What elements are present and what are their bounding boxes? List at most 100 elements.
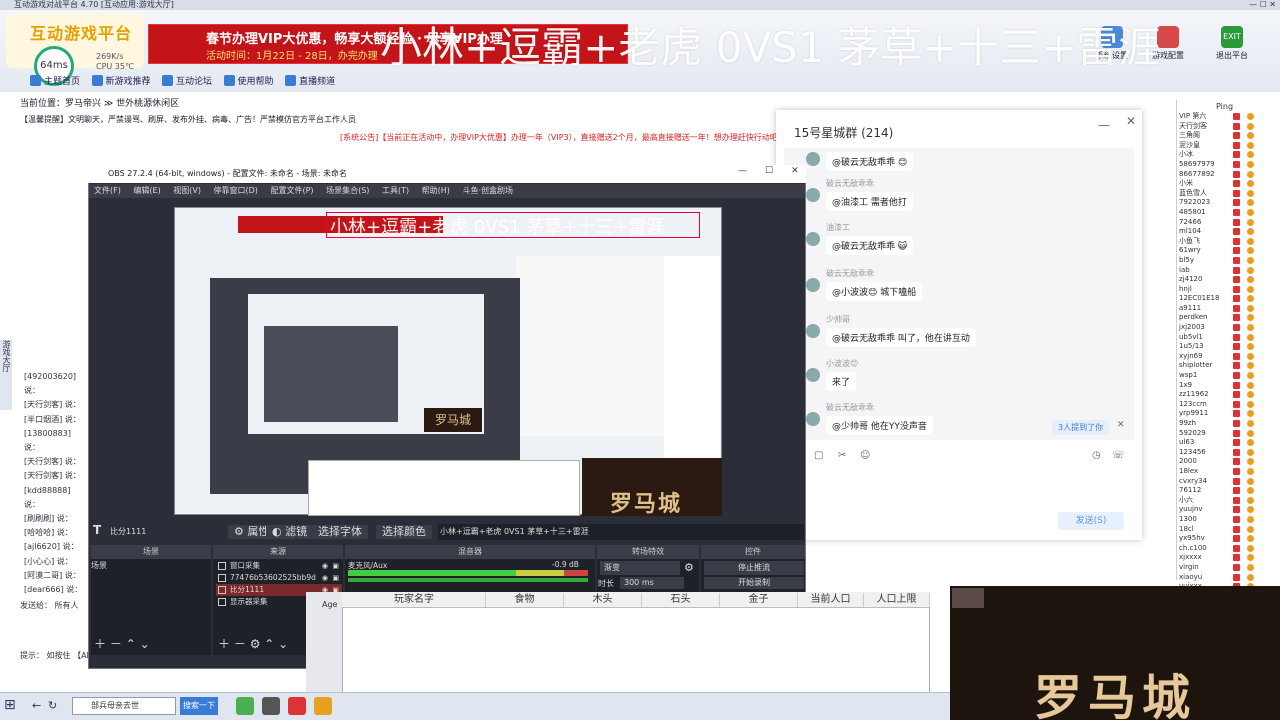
nav-home[interactable]: 主题首页 (30, 74, 80, 87)
player-row[interactable]: 58697979 (1177, 160, 1280, 170)
gear-icon[interactable]: ⚙ (684, 561, 694, 574)
lobby-side-tab[interactable]: 游戏大厅 (0, 340, 12, 410)
host-window-controls[interactable]: — ☐ ✕ (1249, 0, 1276, 9)
filters-button[interactable]: ◐ 滤镜 (266, 525, 314, 539)
source-row[interactable]: 77476b53602525bb9d ◉ ▣ (216, 572, 342, 584)
menu-profile[interactable]: 配置文件(P) (270, 184, 313, 198)
player-row[interactable]: 61wry (1177, 246, 1280, 256)
player-row[interactable]: zj4120 (1177, 275, 1280, 285)
column-wood[interactable]: 木头 (564, 593, 642, 607)
player-row[interactable]: 7922023 (1177, 198, 1280, 208)
menu-file[interactable]: 文件(F) (94, 184, 121, 198)
stop-stream-button[interactable]: 停止推流 (704, 561, 804, 575)
back-icon[interactable]: ← (32, 699, 41, 712)
player-row[interactable]: 1300 (1177, 515, 1280, 525)
player-row[interactable]: ul63 (1177, 438, 1280, 448)
player-row[interactable]: 18cl (1177, 525, 1280, 535)
player-row[interactable]: yx95hv (1177, 534, 1280, 544)
send-button[interactable]: 发送(S) (1058, 512, 1124, 530)
player-row[interactable]: ub5vl1 (1177, 333, 1280, 343)
player-row[interactable]: 485801 (1177, 208, 1280, 218)
player-row[interactable]: a9111 (1177, 304, 1280, 314)
send-to-select[interactable]: 发送给： 所有人 (20, 600, 79, 611)
player-row[interactable]: 123456 (1177, 448, 1280, 458)
folder-icon[interactable]: ▢ (814, 450, 823, 461)
player-row[interactable]: 蓝色雪人 (1177, 189, 1280, 199)
down-icon[interactable]: ⌄ (140, 637, 150, 651)
text-input[interactable]: 小林+逗霸+老虎 0VS1 茅草+十三+雷涯 (438, 524, 804, 540)
player-row[interactable]: 99zh (1177, 419, 1280, 429)
player-row[interactable]: shiplotter (1177, 361, 1280, 371)
player-row[interactable]: 1u5/13 (1177, 342, 1280, 352)
avatar[interactable] (806, 152, 820, 166)
player-row[interactable]: zz11962 (1177, 390, 1280, 400)
color-button[interactable]: 选择颜色 (376, 525, 432, 539)
player-row[interactable]: 2000 (1177, 457, 1280, 467)
avatar[interactable] (806, 232, 820, 246)
menu-edit[interactable]: 编辑(E) (133, 184, 160, 198)
player-list[interactable]: VIP 第六 天行剑客 三角阁 泥沙皇 小冰 58697979 86677892 小米 蓝色雪人… (1176, 100, 1280, 591)
player-row[interactable]: ch.c100 (1177, 544, 1280, 554)
column-population[interactable]: 当前人口 (798, 593, 864, 607)
app-icon[interactable] (262, 697, 280, 715)
player-row[interactable]: xiaoyu (1177, 573, 1280, 583)
lock-icon[interactable]: ▣ (332, 560, 339, 572)
gear-icon[interactable]: ⚙ (250, 637, 261, 651)
player-row[interactable]: ml104 (1177, 227, 1280, 237)
player-row[interactable]: 小六 (1177, 496, 1280, 506)
obs-window-controls[interactable]: —☐✕ (738, 166, 817, 176)
menu-view[interactable]: 视图(V) (173, 184, 201, 198)
avatar[interactable] (806, 188, 820, 202)
player-row[interactable]: bl5y (1177, 256, 1280, 266)
up-icon[interactable]: ⌃ (264, 637, 274, 651)
minimize-icon[interactable]: — (1098, 118, 1110, 132)
scene-item[interactable]: 场景 (91, 560, 107, 571)
app-icon[interactable] (314, 697, 332, 715)
volume-slider[interactable] (348, 578, 588, 582)
player-row[interactable]: virgin (1177, 563, 1280, 573)
player-row[interactable]: wsp1 (1177, 371, 1280, 381)
player-row[interactable]: iab (1177, 266, 1280, 276)
taskbar-search-button[interactable]: 搜索一下 (180, 697, 218, 715)
emoji-icon[interactable]: ☺ (860, 450, 870, 461)
player-row[interactable]: 18lex (1177, 467, 1280, 477)
menu-douyu[interactable]: 斗鱼·创盒剧场 (462, 184, 513, 198)
player-row[interactable]: 12EC01E18 (1177, 294, 1280, 304)
player-row[interactable]: perdken (1177, 313, 1280, 323)
player-row[interactable]: yrp9911 (1177, 409, 1280, 419)
menu-help[interactable]: 帮助(H) (422, 184, 450, 198)
selection-box[interactable] (326, 212, 700, 238)
player-row[interactable]: 123ccm (1177, 400, 1280, 410)
player-row[interactable]: cvxry34 (1177, 477, 1280, 487)
voice-icon[interactable]: ☏ (1112, 450, 1125, 461)
start-record-button[interactable]: 开始录制 (704, 577, 804, 589)
remove-icon[interactable]: － (234, 637, 246, 651)
app-icon[interactable] (288, 697, 306, 715)
nav-forum[interactable]: 互动论坛 (162, 74, 212, 87)
column-gold[interactable]: 金子 (720, 593, 798, 607)
avatar[interactable] (806, 368, 820, 382)
app-icon[interactable] (236, 697, 254, 715)
player-row[interactable]: 1x9 (1177, 381, 1280, 391)
avatar[interactable] (806, 324, 820, 338)
avatar[interactable] (806, 278, 820, 292)
clock-icon[interactable]: ◷ (1092, 450, 1101, 461)
duration-input[interactable]: 300 ms (620, 577, 684, 589)
column-pop-cap[interactable]: 人口上限 (864, 593, 930, 607)
mention-notice[interactable]: 3人提到了你 (1052, 420, 1110, 435)
source-row[interactable]: 窗口采集 ◉ ▣ (216, 560, 342, 572)
exit-button[interactable]: EXIT 退出平台 (1212, 26, 1252, 61)
taskbar-search-input[interactable]: 部兵母亲去世 (72, 697, 176, 715)
player-row[interactable]: 三角阁 (1177, 131, 1280, 141)
player-row[interactable]: xjxxxx (1177, 553, 1280, 563)
close-icon[interactable]: ✕ (1117, 420, 1125, 430)
player-row[interactable]: 天行剑客 (1177, 122, 1280, 132)
menu-docks[interactable]: 停靠窗口(D) (214, 184, 258, 198)
up-icon[interactable]: ⌃ (126, 637, 136, 651)
menu-scene-collection[interactable]: 场景集合(S) (326, 184, 369, 198)
player-row[interactable]: VIP 第六 (1177, 112, 1280, 122)
font-button[interactable]: 选择字体 (312, 525, 368, 539)
start-icon[interactable]: ⊞ (4, 697, 24, 715)
player-row[interactable]: 泥沙皇 (1177, 141, 1280, 151)
lock-icon[interactable]: ▣ (332, 572, 339, 584)
